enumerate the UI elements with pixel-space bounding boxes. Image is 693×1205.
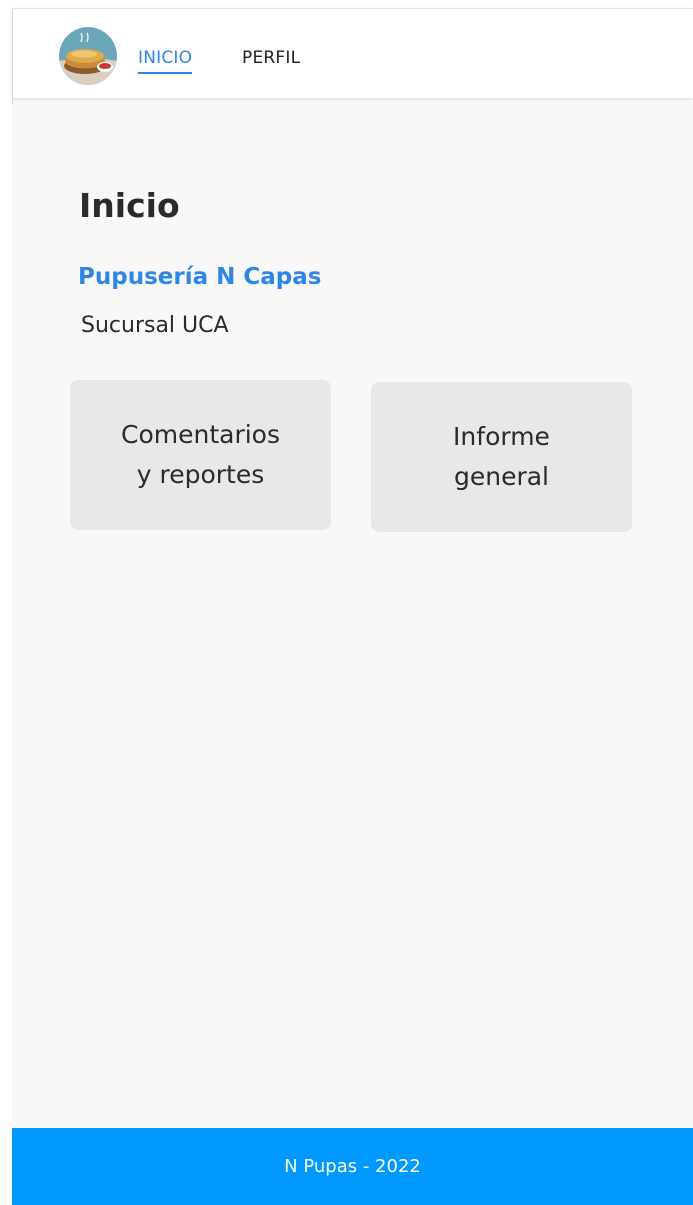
app-frame: INICIO PERFIL Inicio Pupusería N Capas S…	[12, 8, 693, 1205]
card-label: Informe general	[453, 422, 550, 491]
frame-edge	[12, 9, 13, 105]
nav-link-inicio[interactable]: INICIO	[138, 47, 193, 74]
footer: N Pupas - 2022	[12, 1128, 693, 1205]
card-label: Comentarios y reportes	[121, 420, 280, 489]
branch-name: Sucursal UCA	[81, 313, 229, 338]
informe-general-card[interactable]: Informe general	[371, 382, 632, 532]
comentarios-reportes-card[interactable]: Comentarios y reportes	[70, 380, 331, 530]
top-navbar: INICIO PERFIL	[12, 8, 693, 105]
page-title: Inicio	[79, 186, 180, 225]
pupusa-logo-icon[interactable]	[59, 27, 117, 85]
nav-link-perfil[interactable]: PERFIL	[242, 47, 300, 69]
business-name: Pupusería N Capas	[78, 264, 322, 290]
footer-text: N Pupas - 2022	[284, 1156, 421, 1177]
